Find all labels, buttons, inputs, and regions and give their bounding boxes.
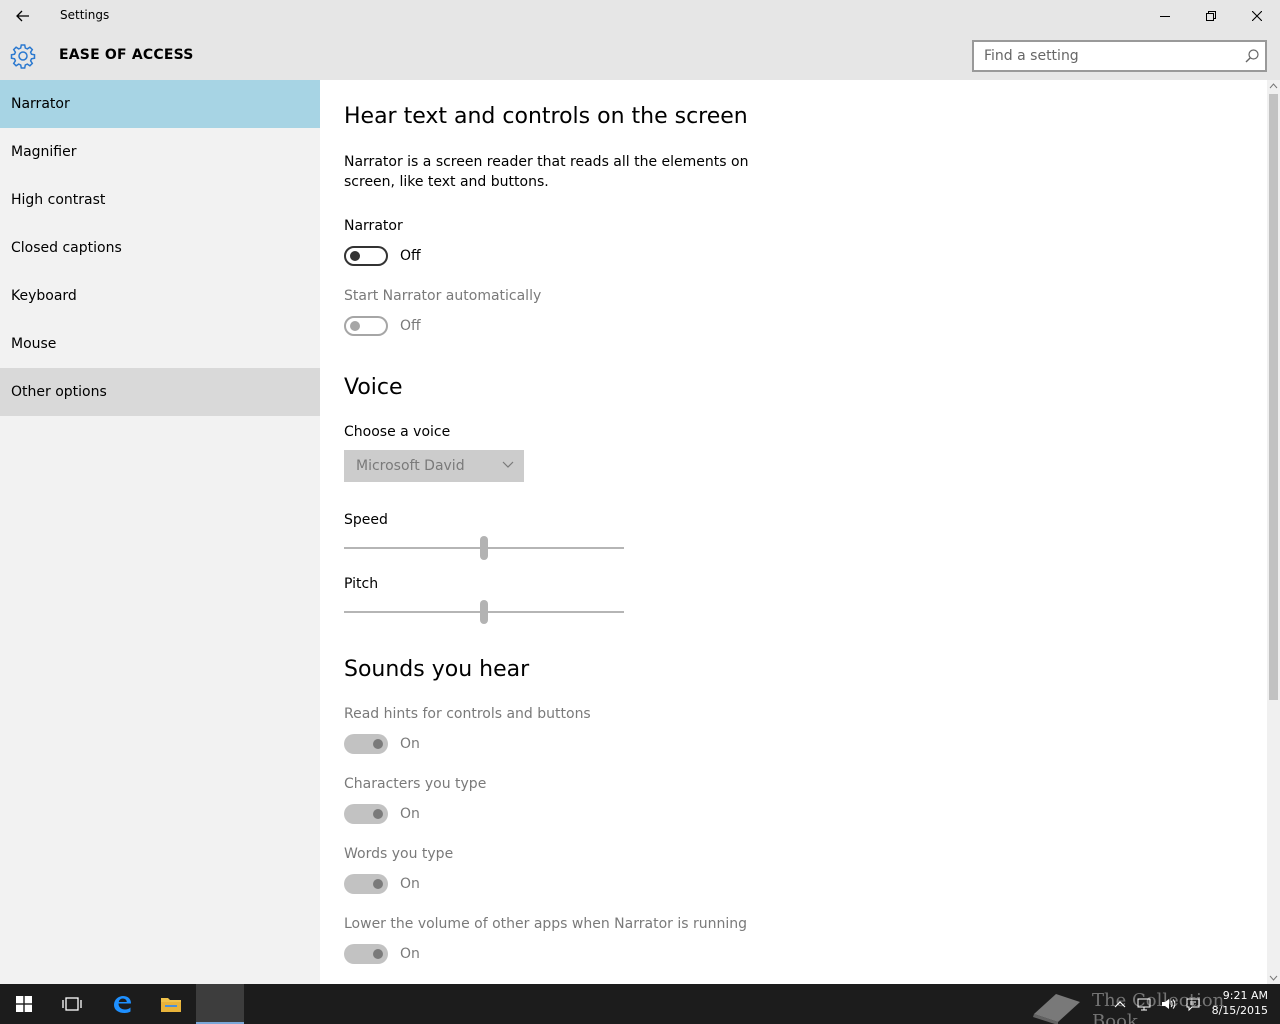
page-title: EASE OF ACCESS xyxy=(59,47,194,63)
words-label: Words you type xyxy=(344,846,454,862)
lower-volume-label: Lower the volume of other apps when Narr… xyxy=(344,916,747,932)
settings-taskbar-button[interactable] xyxy=(196,984,244,1024)
settings-header: EASE OF ACCESS xyxy=(0,32,1280,80)
edge-button[interactable] xyxy=(98,984,146,1024)
volume-icon[interactable] xyxy=(1160,996,1176,1012)
scroll-down-icon[interactable] xyxy=(1269,974,1278,982)
windows-logo-icon xyxy=(16,996,32,1012)
toggle-knob xyxy=(373,879,383,889)
task-view-icon xyxy=(62,997,82,1011)
content-scrollbar[interactable] xyxy=(1267,80,1280,984)
toggle-knob xyxy=(350,251,360,261)
search-box[interactable] xyxy=(972,40,1267,72)
toggle-knob xyxy=(350,321,360,331)
scroll-thumb[interactable] xyxy=(1269,94,1278,700)
read-hints-label: Read hints for controls and buttons xyxy=(344,706,591,722)
sidebar-item-keyboard[interactable]: Keyboard xyxy=(0,272,320,320)
pitch-label: Pitch xyxy=(344,576,379,592)
narrator-toggle-label: Narrator xyxy=(344,218,403,234)
toggle-knob xyxy=(373,949,383,959)
read-hints-state: On xyxy=(400,736,420,752)
sidebar-item-narrator[interactable]: Narrator xyxy=(0,80,320,128)
characters-label: Characters you type xyxy=(344,776,487,792)
start-auto-toggle xyxy=(344,316,388,336)
action-center-icon[interactable] xyxy=(1185,996,1201,1012)
network-icon[interactable] xyxy=(1136,996,1152,1012)
sidebar-nav: Narrator Magnifier High contrast Closed … xyxy=(0,80,320,984)
title-bar: Settings xyxy=(0,0,1280,32)
folder-icon xyxy=(161,998,181,1012)
close-icon xyxy=(1252,11,1262,21)
section-heading-narrator: Hear text and controls on the screen xyxy=(344,104,748,129)
restore-icon xyxy=(1206,11,1216,21)
back-button[interactable] xyxy=(0,0,46,32)
read-hints-toggle xyxy=(344,734,388,754)
clock-time: 9:21 AM xyxy=(1222,989,1268,1002)
voice-dropdown-value: Microsoft David xyxy=(356,458,465,474)
narrator-toggle-state: Off xyxy=(400,248,421,264)
restore-button[interactable] xyxy=(1188,0,1234,32)
sidebar-item-high-contrast[interactable]: High contrast xyxy=(0,176,320,224)
search-icon[interactable] xyxy=(1245,49,1259,63)
sidebar-item-closed-captions[interactable]: Closed captions xyxy=(0,224,320,272)
search-input[interactable] xyxy=(974,42,1234,70)
clock-date: 8/15/2015 xyxy=(1211,1004,1268,1017)
words-toggle xyxy=(344,874,388,894)
start-auto-label: Start Narrator automatically xyxy=(344,288,542,304)
sidebar-item-other-options[interactable]: Other options xyxy=(0,368,320,416)
section-heading-voice: Voice xyxy=(344,375,403,400)
tray-chevron-up-icon[interactable] xyxy=(1112,996,1128,1012)
section-heading-sounds: Sounds you hear xyxy=(344,657,530,682)
pitch-slider-thumb xyxy=(480,600,488,624)
close-button[interactable] xyxy=(1234,0,1280,32)
lower-volume-toggle xyxy=(344,944,388,964)
characters-state: On xyxy=(400,806,420,822)
chevron-down-icon xyxy=(502,461,514,468)
lower-volume-state: On xyxy=(400,946,420,962)
back-arrow-icon xyxy=(16,10,29,22)
settings-content: Hear text and controls on the screen Nar… xyxy=(320,80,1267,984)
choose-voice-label: Choose a voice xyxy=(344,424,451,440)
task-view-button[interactable] xyxy=(48,984,96,1024)
window-title: Settings xyxy=(60,8,110,22)
start-button[interactable] xyxy=(0,984,48,1024)
characters-toggle xyxy=(344,804,388,824)
start-auto-state: Off xyxy=(400,318,421,334)
sidebar-item-mouse[interactable]: Mouse xyxy=(0,320,320,368)
minimize-button[interactable] xyxy=(1142,0,1188,32)
file-explorer-button[interactable] xyxy=(147,984,195,1024)
taskbar-clock[interactable]: 9:21 AM 8/15/2015 xyxy=(1212,988,1268,1018)
toggle-knob xyxy=(373,739,383,749)
narrator-description: Narrator is a screen reader that reads a… xyxy=(344,154,749,190)
toggle-knob xyxy=(373,809,383,819)
speed-slider-thumb xyxy=(480,536,488,560)
words-state: On xyxy=(400,876,420,892)
minimize-icon xyxy=(1160,16,1170,17)
voice-dropdown: Microsoft David xyxy=(344,450,524,482)
edge-icon xyxy=(114,996,131,1013)
speed-label: Speed xyxy=(344,512,388,528)
book-logo-icon xyxy=(1033,994,1080,1024)
sidebar-item-magnifier[interactable]: Magnifier xyxy=(0,128,320,176)
taskbar: The Collection Book 9:21 AM 8/15/2015 xyxy=(0,984,1280,1024)
gear-icon xyxy=(10,44,36,69)
scroll-up-icon[interactable] xyxy=(1269,82,1278,90)
narrator-toggle[interactable] xyxy=(344,246,388,266)
